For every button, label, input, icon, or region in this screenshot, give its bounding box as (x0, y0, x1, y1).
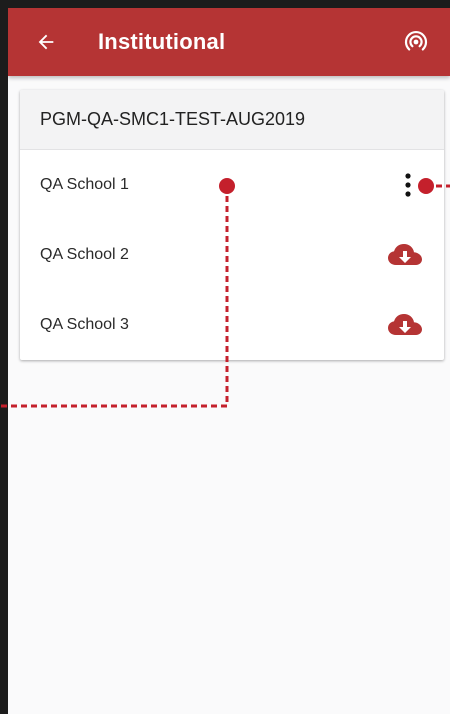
program-card: PGM-QA-SMC1-TEST-AUG2019 QA School 1 QA … (20, 90, 444, 360)
program-card-header: PGM-QA-SMC1-TEST-AUG2019 (20, 90, 444, 150)
download-button[interactable] (387, 237, 423, 273)
broadcast-button[interactable] (400, 26, 432, 58)
school-name: QA School 2 (40, 246, 129, 263)
program-title: PGM-QA-SMC1-TEST-AUG2019 (40, 109, 306, 129)
download-button[interactable] (387, 307, 423, 343)
school-name: QA School 1 (40, 176, 129, 193)
page-title: Institutional (98, 29, 226, 54)
school-name: QA School 3 (40, 316, 129, 333)
screen-frame: Institutional PGM-QA-SMC1-TEST-AUG2019 Q… (0, 0, 450, 714)
cloud-download-icon (388, 244, 422, 265)
more-options-button[interactable] (390, 167, 426, 203)
broadcast-icon (404, 31, 428, 51)
school-row[interactable]: QA School 3 (20, 290, 444, 360)
cloud-download-icon (388, 314, 422, 335)
back-button[interactable] (30, 26, 62, 58)
app-bar: Institutional (8, 8, 450, 76)
more-vertical-icon (405, 173, 411, 197)
arrow-left-icon (38, 34, 54, 50)
school-row[interactable]: QA School 1 (20, 150, 444, 220)
app-screen: Institutional PGM-QA-SMC1-TEST-AUG2019 Q… (8, 8, 450, 714)
school-row[interactable]: QA School 2 (20, 220, 444, 290)
